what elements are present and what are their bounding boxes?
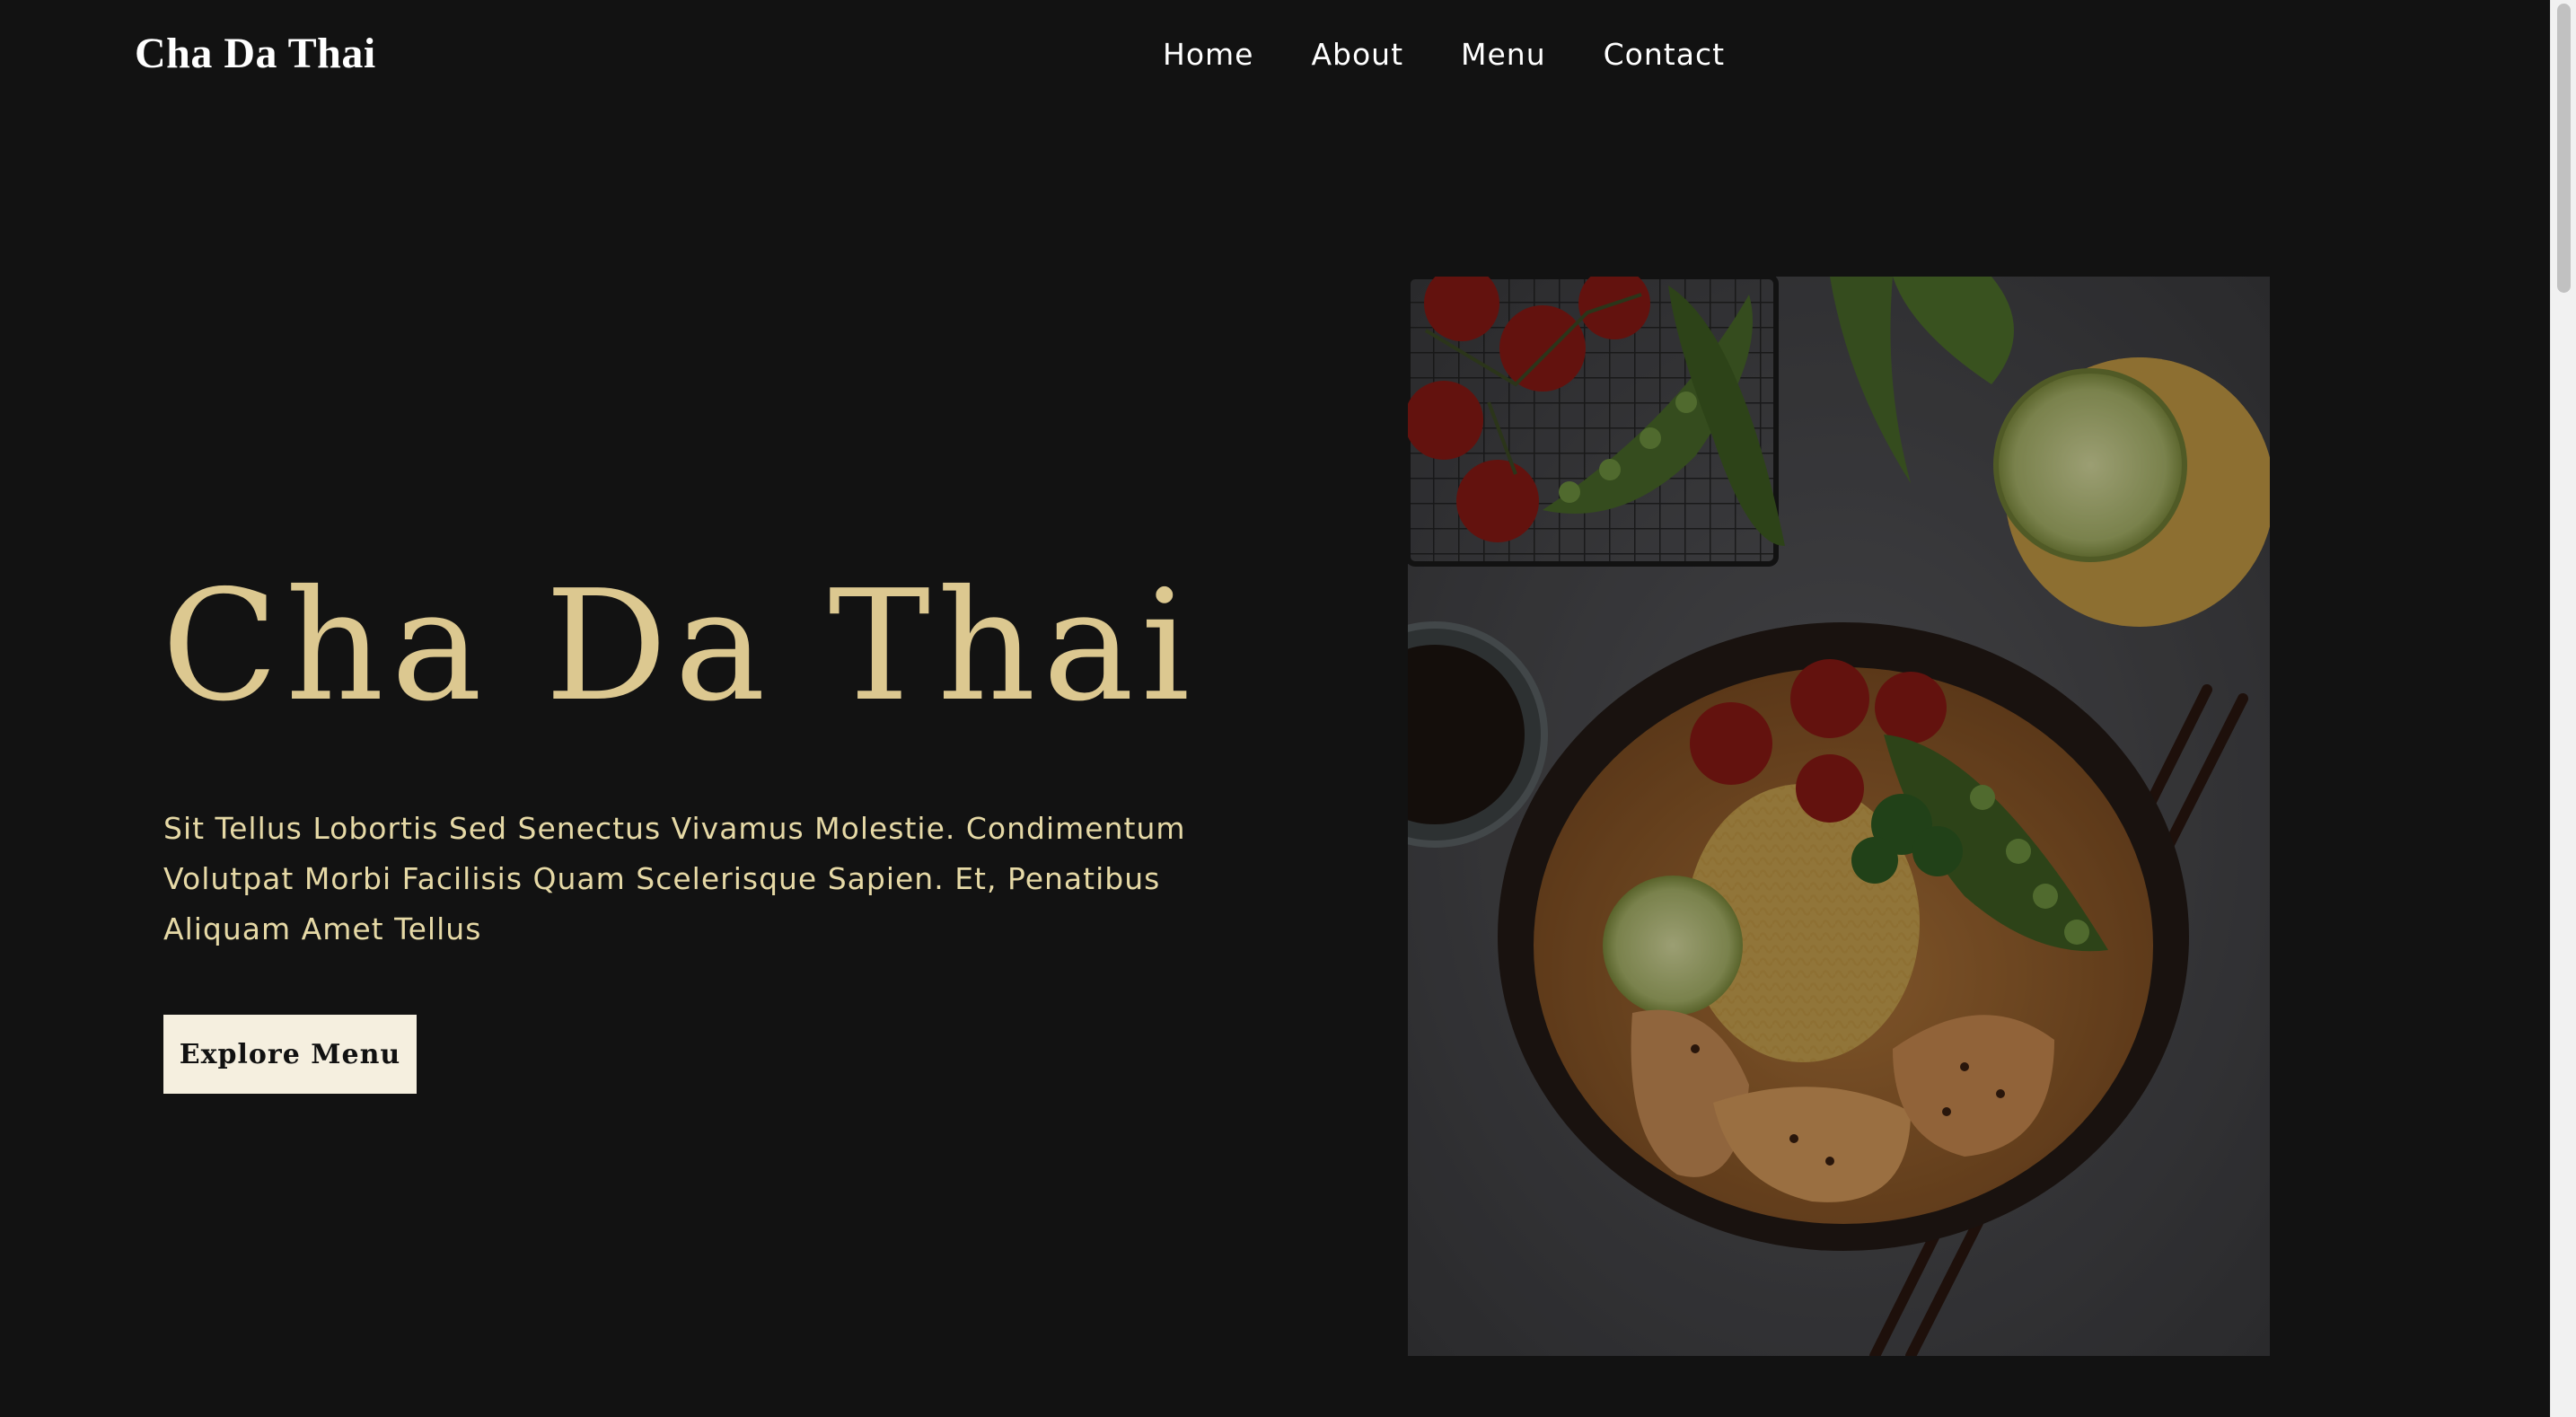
- nav-home[interactable]: Home: [1163, 37, 1253, 72]
- brand-logo[interactable]: Cha Da Thai: [135, 25, 376, 83]
- scrollbar-thumb[interactable]: [2557, 4, 2571, 293]
- hero-food-image: [1408, 277, 2270, 1356]
- nav-menu[interactable]: Menu: [1461, 37, 1546, 72]
- main-nav: Home About Menu Contact: [1163, 29, 1725, 79]
- nav-contact[interactable]: Contact: [1604, 37, 1725, 72]
- explore-menu-button[interactable]: Explore Menu: [163, 1015, 417, 1094]
- page: Cha Da Thai Home About Menu Contact Cha …: [0, 0, 2550, 1417]
- hero-title: Cha Da Thai: [162, 558, 1198, 735]
- scrollbar[interactable]: [2550, 0, 2576, 1417]
- hero-description: Sit Tellus Lobortis Sed Senectus Vivamus…: [163, 811, 1186, 946]
- nav-about[interactable]: About: [1311, 37, 1403, 72]
